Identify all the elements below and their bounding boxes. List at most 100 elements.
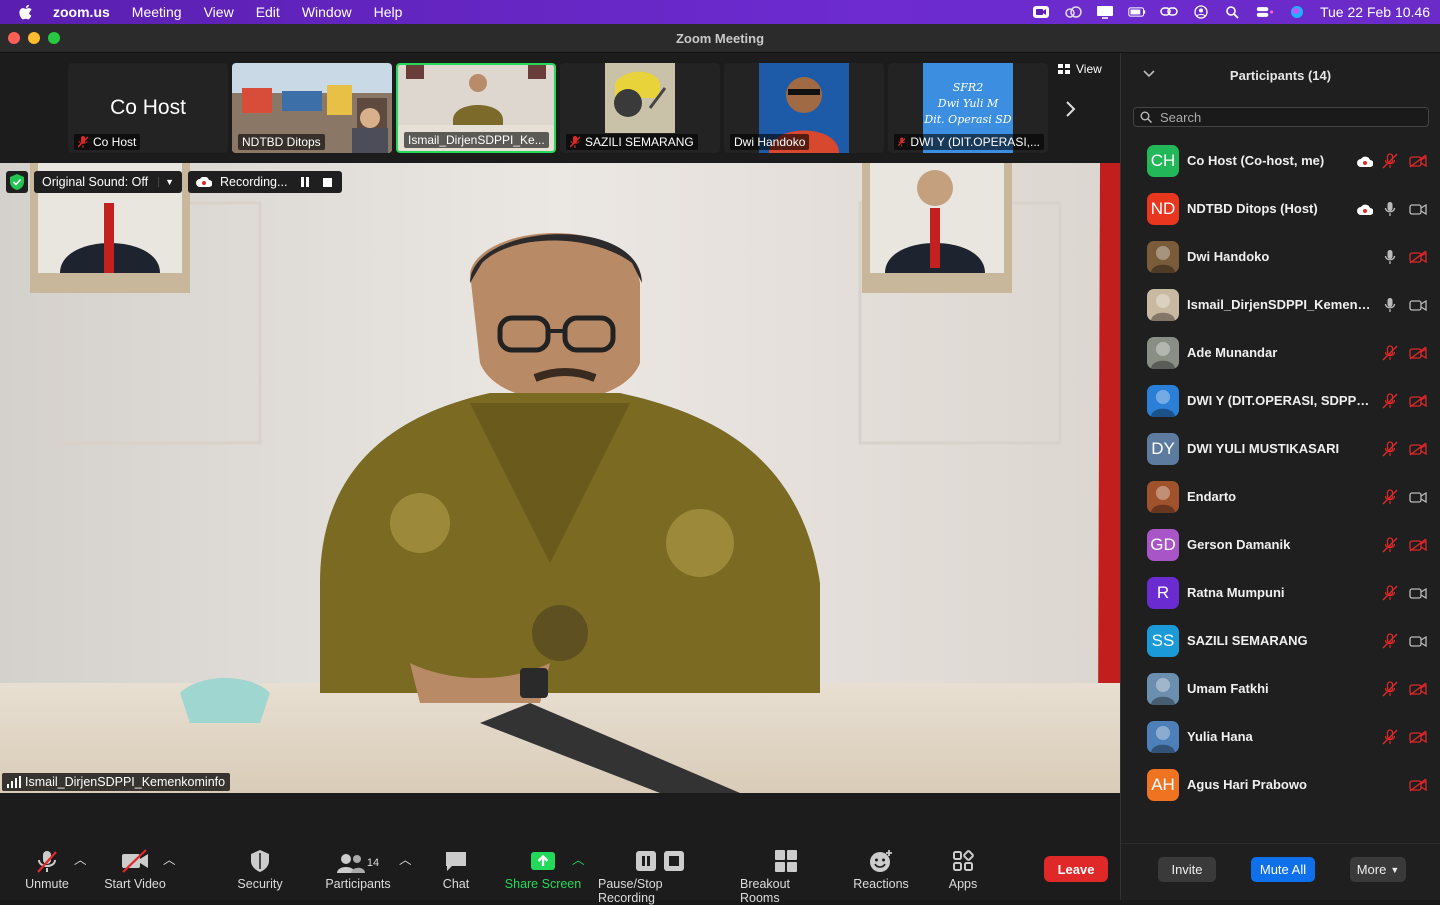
participants-options-caret[interactable]: ︿ bbox=[399, 849, 412, 868]
card-line-3: Dit. Operasi SD bbox=[923, 113, 1011, 126]
tile-name-label: DWI Y (DIT.OPERASI,... bbox=[894, 134, 1044, 150]
participant-row[interactable]: DY DWI YULI MUSTIKASARI bbox=[1121, 425, 1440, 473]
pause-stop-icon bbox=[636, 851, 684, 871]
control-center-icon[interactable] bbox=[1256, 5, 1274, 19]
grid-view-icon bbox=[1058, 64, 1070, 74]
participant-tile-sazili-semarang[interactable]: SAZILI SEMARANG bbox=[560, 63, 720, 153]
invite-button[interactable]: Invite bbox=[1158, 857, 1216, 882]
participants-search-input[interactable]: Search bbox=[1133, 107, 1429, 127]
mic-muted-icon[interactable] bbox=[1382, 537, 1398, 553]
stop-recording-icon[interactable] bbox=[323, 177, 333, 187]
user-account-icon[interactable] bbox=[1192, 5, 1210, 19]
apps-icon bbox=[953, 850, 974, 871]
mic-muted-icon[interactable] bbox=[1382, 729, 1398, 745]
mic-muted-icon[interactable] bbox=[1382, 585, 1398, 601]
menu-meeting[interactable]: Meeting bbox=[132, 4, 182, 20]
spotlight-search-icon[interactable] bbox=[1224, 5, 1242, 19]
view-button[interactable]: View bbox=[1058, 62, 1102, 76]
participant-tile-co-host[interactable]: Co Host Co Host bbox=[68, 63, 228, 153]
participant-row[interactable]: GD Gerson Damanik bbox=[1121, 521, 1440, 569]
avatar-initials: ND bbox=[1150, 199, 1176, 218]
audio-options-caret[interactable]: ︿ bbox=[74, 849, 87, 868]
battery-icon[interactable] bbox=[1128, 5, 1146, 19]
participant-name: Ratna Mumpuni bbox=[1187, 585, 1285, 600]
reactions-button[interactable]: Reactions bbox=[852, 849, 910, 891]
video-off-icon bbox=[1409, 730, 1427, 746]
cloud-recording-icon bbox=[1357, 155, 1374, 171]
tile-label-text: Dwi Handoko bbox=[734, 135, 806, 149]
participant-row[interactable]: AH Agus Hari Prabowo bbox=[1121, 761, 1440, 809]
encryption-shield-icon[interactable] bbox=[6, 171, 28, 193]
pause-recording-icon[interactable] bbox=[301, 177, 310, 187]
chevron-right-icon[interactable] bbox=[1062, 99, 1078, 119]
participant-row[interactable]: Ade Munandar bbox=[1121, 329, 1440, 377]
mic-muted-icon[interactable] bbox=[1382, 345, 1398, 361]
speaker-name-text: Ismail_DirjenSDPPI_Kemenkominfo bbox=[25, 775, 226, 789]
breakout-rooms-button[interactable]: Breakout Rooms bbox=[740, 849, 832, 905]
tile-label-text: NDTBD Ditops bbox=[242, 135, 321, 149]
mic-muted-icon[interactable] bbox=[1382, 489, 1398, 505]
mic-icon[interactable] bbox=[1384, 249, 1396, 265]
participants-button[interactable]: 14 Participants bbox=[320, 849, 396, 891]
video-options-caret[interactable]: ︿ bbox=[163, 849, 176, 868]
participant-row[interactable]: Endarto bbox=[1121, 473, 1440, 521]
participant-row[interactable]: Ismail_DirjenSDPPI_Kemenk... bbox=[1121, 281, 1440, 329]
original-sound-toggle[interactable]: Original Sound: Off ▼ bbox=[34, 171, 183, 193]
avatar-initials: AH bbox=[1151, 775, 1175, 794]
pause-stop-recording-button[interactable]: Pause/Stop Recording bbox=[598, 849, 722, 905]
participant-row[interactable]: ND NDTBD Ditops (Host) bbox=[1121, 185, 1440, 233]
participant-row[interactable]: Umam Fatkhi bbox=[1121, 665, 1440, 713]
mic-muted-icon bbox=[898, 137, 906, 147]
participant-row[interactable]: Yulia Hana bbox=[1121, 713, 1440, 761]
breakout-rooms-label: Breakout Rooms bbox=[740, 877, 791, 905]
mic-muted-icon[interactable] bbox=[1382, 681, 1398, 697]
avatar-initials: DY bbox=[1151, 439, 1175, 458]
siri-icon[interactable] bbox=[1288, 5, 1306, 19]
avatar-initials: R bbox=[1156, 583, 1170, 602]
menu-view[interactable]: View bbox=[204, 4, 234, 20]
share-options-caret[interactable]: ︿ bbox=[572, 849, 585, 868]
mute-all-button[interactable]: Mute All bbox=[1251, 857, 1315, 882]
tile-label-text: DWI Y (DIT.OPERASI,... bbox=[910, 135, 1040, 149]
link-icon[interactable] bbox=[1160, 5, 1178, 19]
mic-muted-icon[interactable] bbox=[1382, 441, 1398, 457]
mic-muted-icon[interactable] bbox=[1382, 633, 1398, 649]
participant-name: NDTBD Ditops (Host) bbox=[1187, 201, 1318, 216]
mic-icon[interactable] bbox=[1384, 297, 1396, 313]
apple-logo-icon[interactable] bbox=[19, 4, 35, 20]
mic-muted-icon[interactable] bbox=[1382, 153, 1398, 169]
menu-window[interactable]: Window bbox=[302, 4, 352, 20]
menu-app-name[interactable]: zoom.us bbox=[53, 4, 110, 20]
window-title: Zoom Meeting bbox=[675, 31, 765, 46]
video-off-icon bbox=[1409, 538, 1427, 554]
participant-row[interactable]: DWI Y (DIT.OPERASI, SDPPI,... bbox=[1121, 377, 1440, 425]
menu-edit[interactable]: Edit bbox=[256, 4, 280, 20]
participant-tile-dwi-y[interactable]: SFR2 Dwi Yuli M Dit. Operasi SD DWI Y (D… bbox=[888, 63, 1048, 153]
chat-button[interactable]: Chat bbox=[436, 849, 476, 891]
creative-cloud-icon[interactable] bbox=[1064, 5, 1082, 19]
participant-tile-ismail-active[interactable]: Ismail_DirjenSDPPI_Ke... bbox=[396, 63, 556, 153]
start-video-label: Start Video bbox=[104, 877, 166, 891]
apps-button[interactable]: Apps bbox=[942, 849, 984, 891]
menubar-clock[interactable]: Tue 22 Feb 10.46 bbox=[1320, 4, 1430, 20]
participant-tile-ndtbd-ditops[interactable]: NDTBD Ditops bbox=[232, 63, 392, 153]
zoom-status-icon[interactable] bbox=[1032, 5, 1050, 19]
security-button[interactable]: Security bbox=[230, 849, 290, 891]
share-screen-button[interactable]: Share Screen bbox=[504, 849, 582, 891]
chevron-down-icon[interactable]: ▼ bbox=[158, 177, 174, 187]
participant-row[interactable]: SS SAZILI SEMARANG bbox=[1121, 617, 1440, 665]
participant-row[interactable]: Dwi Handoko bbox=[1121, 233, 1440, 281]
start-video-button[interactable]: Start Video bbox=[100, 849, 170, 891]
mic-muted-icon[interactable] bbox=[1382, 393, 1398, 409]
screen-share-icon[interactable] bbox=[1096, 5, 1114, 19]
participant-row[interactable]: R Ratna Mumpuni bbox=[1121, 569, 1440, 617]
tile-name-label: NDTBD Ditops bbox=[238, 134, 325, 150]
participant-row[interactable]: CH Co Host (Co-host, me) bbox=[1121, 137, 1440, 185]
menu-help[interactable]: Help bbox=[374, 4, 403, 20]
mic-icon[interactable] bbox=[1384, 201, 1396, 217]
leave-button[interactable]: Leave bbox=[1044, 856, 1108, 882]
participant-tile-dwi-handoko[interactable]: Dwi Handoko bbox=[724, 63, 884, 153]
original-sound-label: Original Sound: Off bbox=[42, 175, 149, 189]
more-button[interactable]: More ▼ bbox=[1350, 857, 1406, 882]
unmute-button[interactable]: Unmute bbox=[22, 849, 72, 891]
